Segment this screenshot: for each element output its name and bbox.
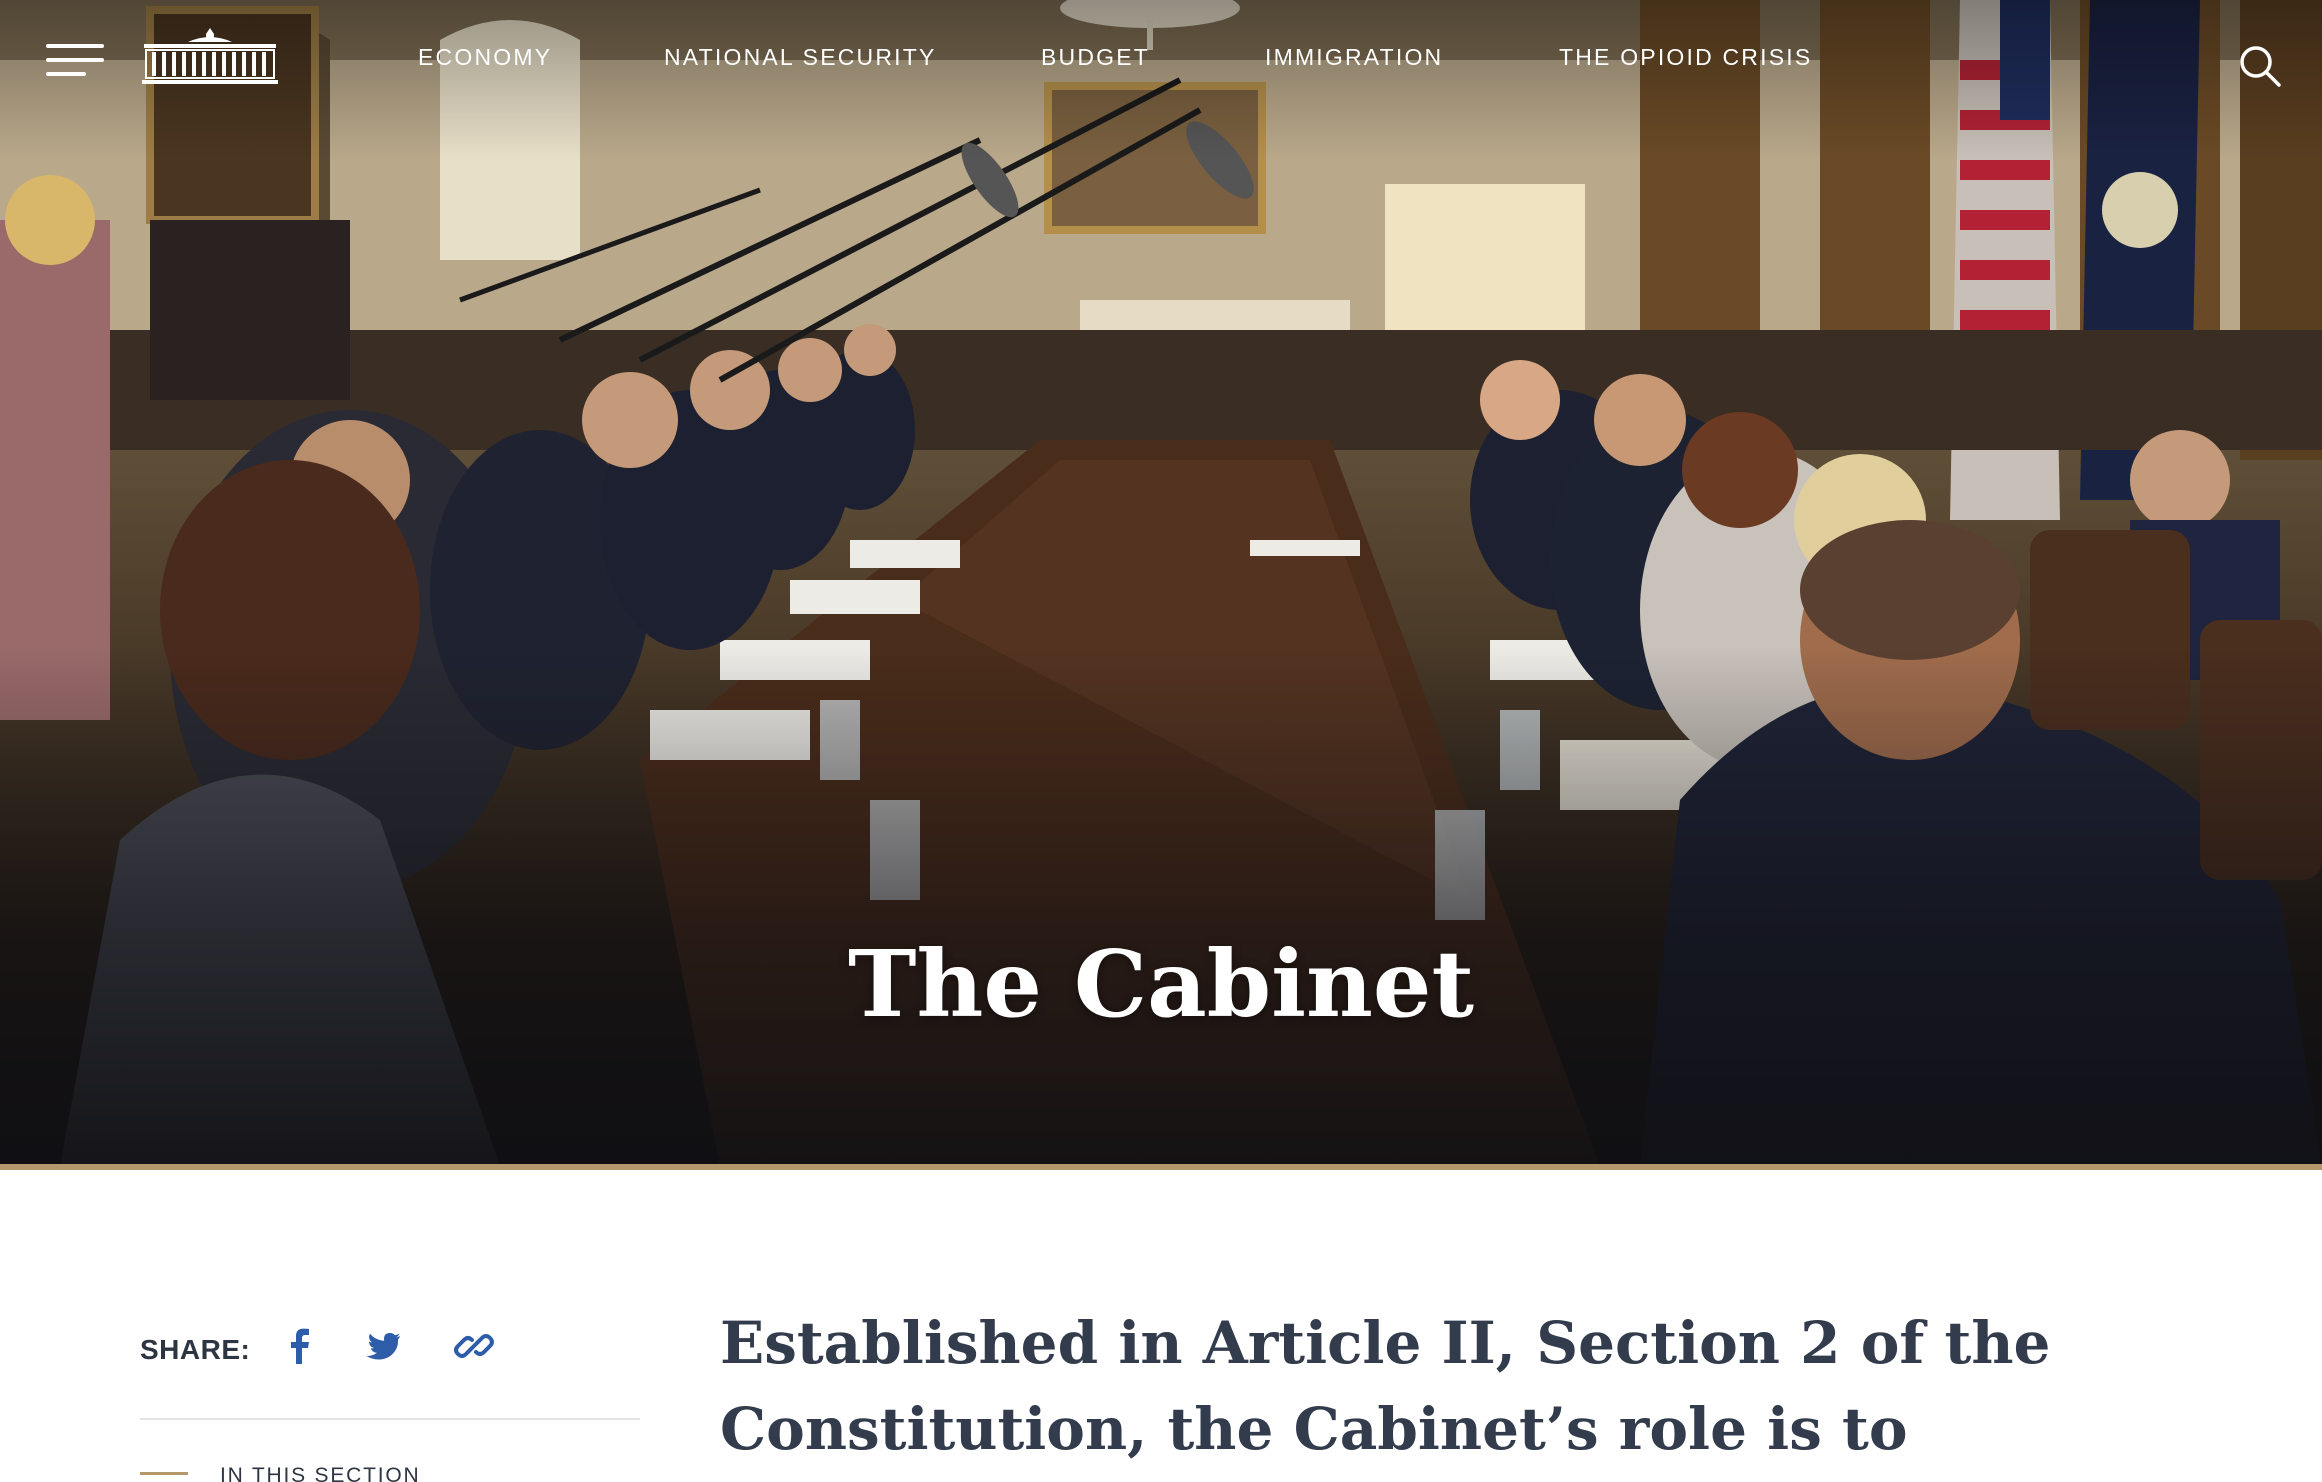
intro-text: Established in Article II, Section 2 of … (720, 1300, 2051, 1472)
sidebar-divider (140, 1418, 640, 1420)
link-icon[interactable] (452, 1324, 496, 1368)
intro-line: Constitution, the Cabinet’s role is to (720, 1395, 1908, 1463)
nav-economy[interactable]: ECONOMY (418, 44, 552, 71)
nav-national-security[interactable]: NATIONAL SECURITY (664, 44, 937, 71)
nav-budget[interactable]: BUDGET (1041, 44, 1150, 71)
search-icon[interactable] (2238, 44, 2282, 88)
in-this-section-label: IN THIS SECTION (220, 1464, 421, 1482)
page-title: The Cabinet (848, 930, 1474, 1038)
nav-immigration[interactable]: IMMIGRATION (1265, 44, 1443, 71)
site-header: ECONOMY NATIONAL SECURITY BUDGET IMMIGRA… (0, 0, 2322, 120)
nav-the-opioid-crisis[interactable]: THE OPIOID CRISIS (1559, 44, 1812, 71)
hero-image: The Cabinet (0, 0, 2322, 1166)
section-rule (140, 1472, 188, 1475)
twitter-icon[interactable] (362, 1324, 404, 1368)
hero-divider (0, 1164, 2322, 1170)
hamburger-menu-icon[interactable] (46, 44, 104, 78)
intro-line: Established in Article II, Section 2 of … (720, 1309, 2051, 1377)
white-house-logo-icon[interactable] (140, 24, 280, 88)
facebook-icon[interactable] (280, 1324, 320, 1368)
title-gradient (0, 646, 2322, 1166)
share-label: SHARE: (140, 1334, 251, 1365)
